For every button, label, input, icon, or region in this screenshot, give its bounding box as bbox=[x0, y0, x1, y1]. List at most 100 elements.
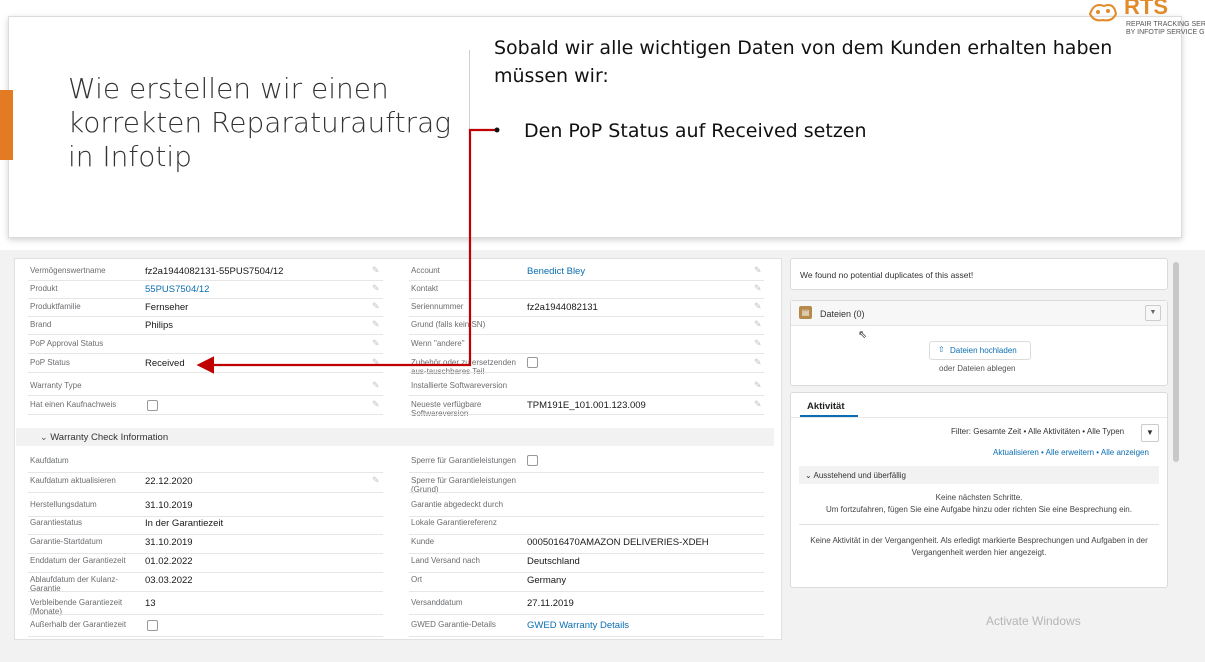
detail-field-label: Wenn "andere" bbox=[411, 339, 465, 348]
logo-subtitle-2: BY INFOTIP SERVICE G bbox=[1126, 29, 1205, 36]
files-title[interactable]: Dateien (0) bbox=[820, 309, 865, 319]
warranty-field-value[interactable]: GWED Warranty Details bbox=[527, 620, 629, 631]
detail-field-label: PoP Status bbox=[30, 358, 70, 367]
field-divider bbox=[409, 472, 764, 473]
warranty-field-label: Versanddatum bbox=[411, 598, 463, 607]
warranty-field-value: 31.10.2019 bbox=[145, 500, 193, 511]
upload-files-button[interactable]: ⇧ Dateien hochladen bbox=[929, 341, 1031, 360]
field-divider bbox=[409, 492, 764, 493]
checkbox[interactable] bbox=[147, 620, 158, 631]
edit-pencil-icon[interactable]: ✎ bbox=[372, 319, 380, 330]
field-divider bbox=[28, 395, 383, 396]
edit-pencil-icon[interactable]: ✎ bbox=[754, 357, 762, 368]
warranty-field-value: Deutschland bbox=[527, 556, 580, 567]
warranty-field-value: 31.10.2019 bbox=[145, 537, 193, 548]
warranty-section-title[interactable]: ⌄ Warranty Check Information bbox=[40, 432, 168, 443]
detail-field-label: Produkt bbox=[30, 284, 58, 293]
field-divider bbox=[409, 372, 764, 373]
files-menu-button[interactable]: ▼ bbox=[1145, 305, 1161, 321]
duplicates-text: We found no potential duplicates of this… bbox=[800, 270, 974, 280]
slide-divider bbox=[469, 50, 470, 230]
warranty-field-value: 22.12.2020 bbox=[145, 476, 193, 487]
warranty-field-label: Enddatum der Garantiezeit bbox=[30, 556, 126, 565]
warranty-field-label: Lokale Garantiereferenz bbox=[411, 518, 497, 527]
pending-title-label: Ausstehend und überfällig bbox=[813, 471, 906, 480]
warranty-field-label: Garantie-Startdatum bbox=[30, 537, 103, 546]
field-divider bbox=[28, 516, 383, 517]
edit-pencil-icon[interactable]: ✎ bbox=[754, 265, 762, 276]
past-activity-text-2: Vergangenheit werden hier angezeigt. bbox=[911, 548, 1047, 557]
warranty-field-label: Garantiestatus bbox=[30, 518, 83, 527]
mouse-cursor-icon: ⇖ bbox=[858, 329, 868, 341]
detail-field-label: Neueste verfügbare Softwareversion bbox=[411, 400, 482, 418]
field-divider bbox=[409, 353, 764, 354]
field-divider bbox=[409, 334, 764, 335]
tab-activity[interactable]: Aktivität bbox=[807, 401, 844, 412]
warranty-field-label: Außerhalb der Garantiezeit bbox=[30, 620, 127, 629]
edit-pencil-icon[interactable]: ✎ bbox=[754, 399, 762, 410]
edit-pencil-icon[interactable]: ✎ bbox=[754, 283, 762, 294]
warranty-field-label: Kunde bbox=[411, 537, 435, 546]
logo-subtitle: REPAIR TRACKING SER BY INFOTIP SERVICE G bbox=[1126, 21, 1205, 37]
edit-pencil-icon[interactable]: ✎ bbox=[754, 380, 762, 391]
scrollbar[interactable] bbox=[1173, 262, 1179, 462]
upload-files-label: Dateien hochladen bbox=[950, 346, 1017, 355]
warranty-field-value: Germany bbox=[527, 575, 567, 586]
detail-field-value[interactable]: Benedict Bley bbox=[527, 266, 585, 277]
edit-pencil-icon[interactable]: ✎ bbox=[754, 319, 762, 330]
next-steps-text: Um fortzufahren, fügen Sie eine Aufgabe … bbox=[826, 505, 1132, 514]
chevron-down-icon: ⌄ bbox=[805, 471, 812, 480]
activity-links[interactable]: Aktualisieren • Alle erweitern • Alle an… bbox=[993, 448, 1149, 457]
field-divider bbox=[28, 636, 383, 637]
checkbox[interactable] bbox=[527, 357, 538, 368]
logo-text: RTS bbox=[1124, 0, 1168, 19]
bullet-text: Den PoP Status auf Received setzen bbox=[524, 120, 867, 142]
detail-field-label: Installierte Softwareversion bbox=[411, 381, 508, 390]
field-divider bbox=[409, 280, 764, 281]
next-steps-heading: Keine nächsten Schritte. bbox=[935, 493, 1023, 502]
warranty-field-value: 0005016470AMAZON DELIVERIES-XDEH bbox=[527, 537, 709, 548]
accent-bar bbox=[0, 90, 13, 160]
warranty-field-value: 27.11.2019 bbox=[527, 598, 574, 609]
detail-field-value: fz2a1944082131 bbox=[527, 302, 598, 313]
field-divider bbox=[409, 316, 764, 317]
detail-field-label: Grund (falls kein SN) bbox=[411, 320, 486, 329]
edit-pencil-icon[interactable]: ✎ bbox=[372, 283, 380, 294]
warranty-field-label: Sperre für Garantieleistungen bbox=[411, 456, 516, 465]
edit-pencil-icon[interactable]: ✎ bbox=[754, 301, 762, 312]
warranty-field-label: Ort bbox=[411, 575, 423, 584]
slide-title: Wie erstellen wir einen korrekten Repara… bbox=[68, 72, 452, 173]
tab-divider bbox=[791, 417, 1167, 418]
warranty-field-label: GWED Garantie-Details bbox=[411, 620, 496, 629]
field-divider bbox=[28, 572, 383, 573]
field-divider bbox=[28, 298, 383, 299]
detail-field-label: Account bbox=[411, 266, 440, 275]
field-divider bbox=[409, 516, 764, 517]
duplicates-card: We found no potential duplicates of this… bbox=[790, 258, 1168, 290]
filter-icon[interactable]: ▼ bbox=[1141, 424, 1159, 442]
detail-field-value: Fernseher bbox=[145, 302, 189, 313]
checkbox[interactable] bbox=[147, 400, 158, 411]
edit-pencil-icon[interactable]: ✎ bbox=[372, 380, 380, 391]
field-divider bbox=[28, 492, 383, 493]
edit-pencil-icon[interactable]: ✎ bbox=[372, 265, 380, 276]
detail-field-label: Brand bbox=[30, 320, 52, 329]
edit-pencil-icon[interactable]: ✎ bbox=[372, 475, 380, 486]
detail-field-value: Philips bbox=[145, 320, 173, 331]
activity-divider bbox=[799, 524, 1159, 525]
files-card: ▤ Dateien (0) ▼ ⇧ Dateien hochladen oder… bbox=[790, 300, 1168, 386]
activate-windows-watermark: Activate Windows bbox=[986, 614, 1081, 628]
detail-field-value[interactable]: 55PUS7504/12 bbox=[145, 284, 209, 295]
warranty-section-label: Warranty Check Information bbox=[50, 432, 169, 443]
edit-pencil-icon[interactable]: ✎ bbox=[372, 399, 380, 410]
edit-pencil-icon[interactable]: ✎ bbox=[754, 338, 762, 349]
field-divider bbox=[409, 614, 764, 615]
pending-section-title[interactable]: ⌄ Ausstehend und überfällig bbox=[805, 471, 906, 480]
edit-pencil-icon[interactable]: ✎ bbox=[372, 338, 380, 349]
field-divider bbox=[409, 414, 764, 415]
edit-pencil-icon[interactable]: ✎ bbox=[372, 301, 380, 312]
edit-pencil-icon[interactable]: ✎ bbox=[372, 357, 380, 368]
warranty-field-value: In der Garantiezeit bbox=[145, 518, 224, 529]
checkbox[interactable] bbox=[527, 455, 538, 466]
field-divider bbox=[28, 472, 383, 473]
